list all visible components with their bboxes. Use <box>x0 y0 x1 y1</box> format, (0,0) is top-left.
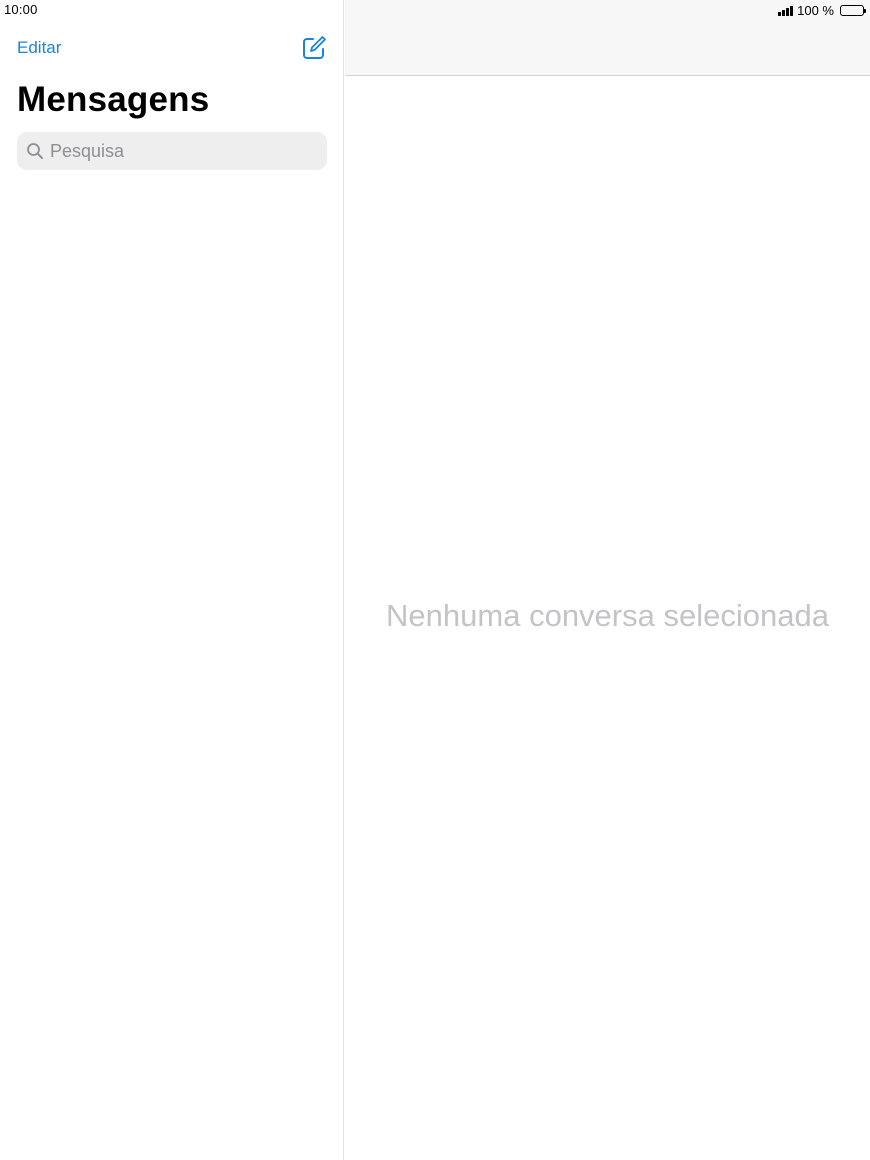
search-field[interactable] <box>17 132 327 170</box>
empty-state-message: Nenhuma conversa selecionada <box>386 598 829 633</box>
signal-bars-icon <box>778 5 794 16</box>
screen: Editar Mensagens Nenhuma conversa seleci… <box>0 0 870 1160</box>
page-title: Mensagens <box>17 80 210 119</box>
edit-button[interactable]: Editar <box>17 38 61 58</box>
status-indicators: 100 % <box>778 3 866 18</box>
conversation-detail-pane: Nenhuma conversa selecionada <box>345 0 870 1160</box>
search-input[interactable] <box>50 140 310 162</box>
battery-full-icon <box>840 5 866 16</box>
battery-percentage: 100 % <box>797 3 834 18</box>
search-icon <box>25 141 45 161</box>
conversation-list-sidebar: Editar Mensagens <box>0 0 344 1160</box>
compose-icon <box>303 36 326 59</box>
status-time: 10:00 <box>4 2 38 17</box>
compose-button[interactable] <box>301 35 327 61</box>
